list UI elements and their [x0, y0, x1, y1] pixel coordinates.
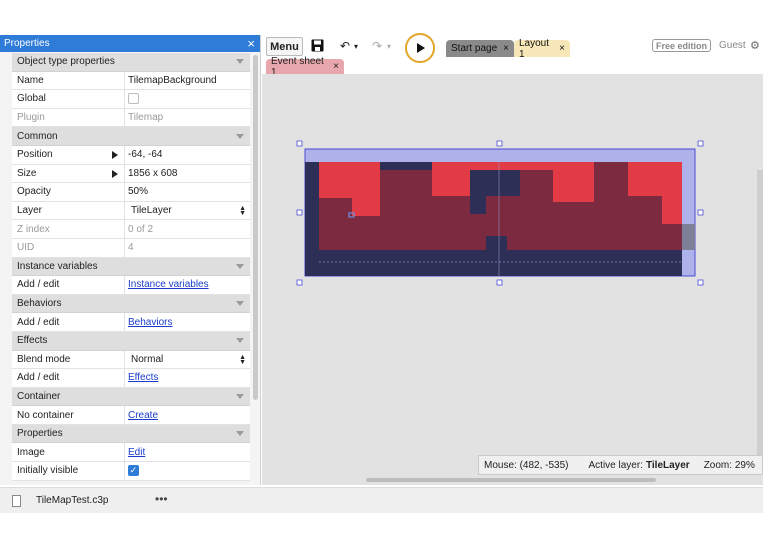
close-tab-icon[interactable]: ×: [333, 61, 339, 72]
row-opacity[interactable]: Opacity 50%: [12, 183, 250, 202]
guest-label[interactable]: Guest: [719, 40, 746, 51]
layer-select[interactable]: TileLayer ▲ ▼: [125, 202, 250, 220]
tab-start-page[interactable]: Start page ×: [446, 40, 514, 57]
section-common[interactable]: Common: [12, 127, 250, 146]
zoom-readout: Zoom: 29%: [703, 459, 755, 471]
active-layer-label: Active layer:: [588, 459, 643, 471]
opacity-value[interactable]: 50%: [125, 183, 250, 201]
section-effects[interactable]: Effects: [12, 331, 250, 351]
collapse-icon: [236, 133, 244, 139]
row-image: Image Edit: [12, 443, 250, 463]
play-icon: [417, 43, 425, 53]
tile-dark-block: [486, 236, 507, 250]
row-name[interactable]: Name TilemapBackground: [12, 71, 250, 91]
tab-layout-1[interactable]: Layout 1 ×: [514, 38, 570, 60]
project-file-bar: TileMapTest.c3p •••: [0, 487, 763, 513]
collapse-icon: [236, 338, 244, 344]
name-value[interactable]: TilemapBackground: [125, 72, 250, 90]
row-container: No container Create: [12, 406, 250, 425]
section-object-type[interactable]: Object type properties: [12, 53, 250, 72]
blend-mode-select[interactable]: Normal ▲ ▼: [125, 351, 250, 369]
property-grid: Object type properties Name TilemapBackgr…: [12, 53, 250, 481]
redo-icon[interactable]: ↷: [372, 39, 382, 53]
layout-canvas[interactable]: [262, 74, 763, 485]
close-icon[interactable]: ×: [247, 37, 255, 50]
project-file-name[interactable]: TileMapTest.c3p: [36, 495, 108, 506]
close-tab-icon[interactable]: ×: [503, 43, 509, 54]
settings-gear-icon[interactable]: ⚙: [750, 39, 760, 52]
section-container[interactable]: Container: [12, 387, 250, 407]
file-icon: [12, 495, 21, 507]
collapse-icon: [236, 263, 244, 269]
section-instance-variables[interactable]: Instance variables: [12, 257, 250, 277]
effects-link[interactable]: Effects: [128, 372, 158, 383]
behaviors-link[interactable]: Behaviors: [128, 317, 172, 328]
row-layer[interactable]: Layer TileLayer ▲ ▼: [12, 201, 250, 221]
free-edition-badge[interactable]: Free edition: [652, 39, 712, 52]
mouse-readout: Mouse: (482, -535): [484, 459, 569, 471]
initially-visible-checkbox[interactable]: ✓: [128, 465, 139, 477]
row-blend-mode[interactable]: Blend mode Normal ▲ ▼: [12, 350, 250, 370]
create-container-link[interactable]: Create: [128, 410, 158, 421]
status-bar: Mouse: (482, -535) Active layer: TileLay…: [478, 455, 763, 475]
properties-title-bar: Properties ×: [0, 35, 260, 52]
main-toolbar: Menu ↶ ▾ ↷ ▾ Start page × Layout 1 × Free …: [262, 33, 763, 63]
expand-arrow-icon[interactable]: [112, 150, 118, 159]
collapse-icon: [236, 59, 244, 65]
section-properties[interactable]: Properties: [12, 424, 250, 444]
row-global[interactable]: Global: [12, 90, 250, 109]
row-size[interactable]: Size 1856 x 608: [12, 164, 250, 184]
properties-panel: Properties × Object type properties Name…: [0, 35, 261, 485]
row-initially-visible[interactable]: Initially visible ✓: [12, 462, 250, 481]
instance-variables-link[interactable]: Instance variables: [128, 279, 209, 290]
view-horizontal-scrollbar[interactable]: [366, 478, 656, 482]
expand-arrow-icon[interactable]: [112, 169, 118, 178]
menu-button[interactable]: Menu: [266, 37, 303, 56]
row-instance-variables: Add / edit Instance variables: [12, 276, 250, 295]
global-checkbox[interactable]: [128, 93, 139, 105]
row-position[interactable]: Position -64, -64: [12, 145, 250, 165]
tab-event-sheet-1[interactable]: Event sheet 1 ×: [266, 56, 344, 78]
active-layer-value: TileLayer: [645, 459, 690, 471]
section-behaviors[interactable]: Behaviors: [12, 294, 250, 314]
select-arrows-icon: ▲ ▼: [239, 204, 246, 217]
properties-title: Properties: [4, 38, 50, 49]
row-behaviors: Add / edit Behaviors: [12, 313, 250, 332]
position-value[interactable]: -64, -64: [125, 146, 250, 164]
edit-image-link[interactable]: Edit: [128, 447, 145, 458]
row-effects: Add / edit Effects: [12, 369, 250, 388]
close-tab-icon[interactable]: ×: [559, 43, 565, 54]
row-plugin: Plugin Tilemap: [12, 108, 250, 128]
row-zindex: Z index 0 of 2: [12, 220, 250, 239]
redo-dropdown-icon[interactable]: ▾: [387, 42, 391, 51]
tile-edge: [682, 224, 695, 250]
view-vertical-scrollbar[interactable]: [757, 170, 763, 460]
undo-icon[interactable]: ↶: [340, 39, 350, 53]
row-uid: UID 4: [12, 238, 250, 258]
layout-view[interactable]: Mouse: (482, -535) Active layer: TileLay…: [262, 74, 763, 485]
size-value[interactable]: 1856 x 608: [125, 165, 250, 183]
more-options-icon[interactable]: •••: [155, 492, 168, 506]
preview-play-button[interactable]: [405, 33, 435, 63]
properties-scrollbar[interactable]: [253, 55, 258, 400]
collapse-icon: [236, 431, 244, 437]
save-icon[interactable]: [311, 39, 324, 55]
collapse-icon: [236, 301, 244, 307]
collapse-icon: [236, 393, 244, 399]
select-arrows-icon: ▲ ▼: [239, 353, 246, 366]
undo-dropdown-icon[interactable]: ▾: [354, 42, 358, 51]
